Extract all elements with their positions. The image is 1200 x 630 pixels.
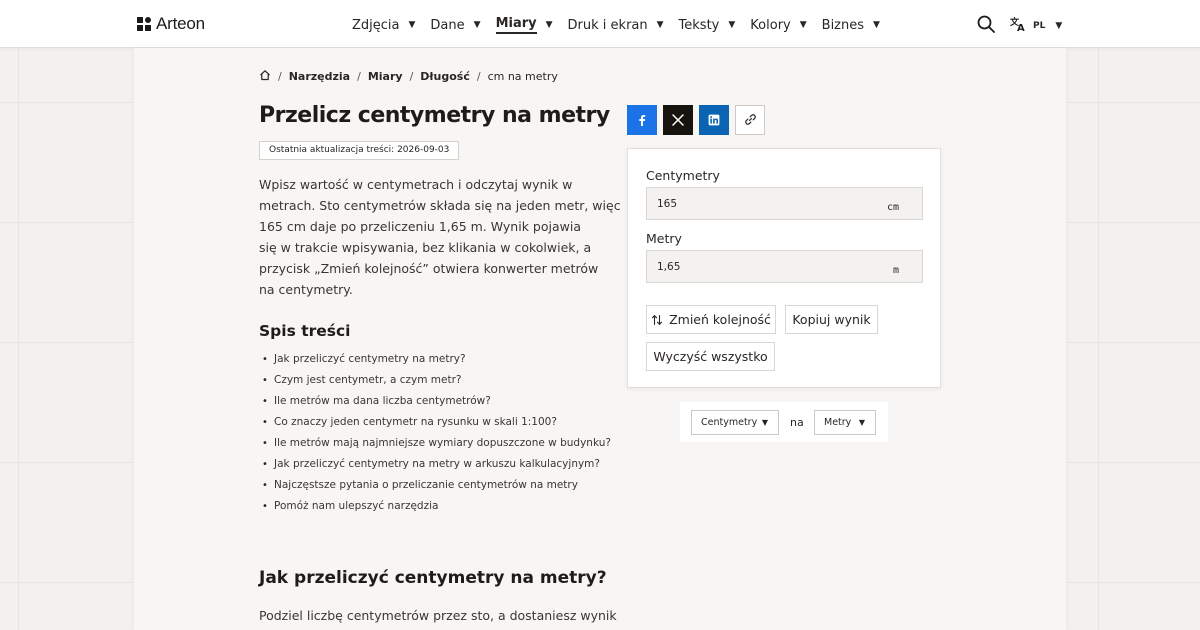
- x-icon: [672, 111, 684, 130]
- swap-arrows-icon: [651, 314, 663, 326]
- logo-icon: [137, 16, 152, 32]
- clear-all-label: Wyczyść wszystko: [653, 349, 768, 364]
- unit-connector: na: [790, 416, 804, 429]
- caret-down-icon: ▼: [408, 20, 416, 30]
- logo[interactable]: Arteon: [137, 14, 205, 34]
- page-title: Przelicz centymetry na metry: [259, 103, 610, 128]
- breadcrumb-separator: /: [476, 70, 481, 83]
- language-code: PL: [1033, 20, 1046, 31]
- share-x-button[interactable]: [663, 105, 693, 135]
- to-unit-value: Metry: [824, 417, 852, 428]
- caret-down-icon: ▼: [656, 20, 664, 30]
- toc-title: Spis treści: [259, 322, 351, 340]
- caret-down-icon: ▼: [728, 20, 736, 30]
- update-badge: Ostatnia aktualizacja treści: 2026-09-03: [259, 141, 460, 160]
- meters-input[interactable]: 1,65 m: [646, 250, 923, 283]
- toc-item[interactable]: Co znaczy jeden centymetr na rysunku w s…: [262, 412, 611, 433]
- caret-down-icon: ▼: [858, 418, 865, 427]
- nav-label: Zdjęcia: [352, 17, 400, 33]
- nav-label: Dane: [430, 17, 465, 33]
- nav-item-kolory[interactable]: Kolory ▼: [750, 16, 806, 34]
- nav-label: Miary: [495, 16, 537, 34]
- converter-card: Centymetry 165 cm Metry 1,65 m Zmień kol…: [627, 148, 941, 388]
- centimeters-value: 165: [657, 198, 678, 210]
- language-selector[interactable]: 文 A PL ▼: [1009, 15, 1063, 36]
- copy-result-label: Kopiuj wynik: [792, 312, 871, 327]
- table-of-contents: Jak przeliczyć centymetry na metry? Czym…: [262, 349, 611, 517]
- to-unit-select[interactable]: Metry ▼: [814, 410, 876, 435]
- swap-button[interactable]: Zmień kolejność: [646, 305, 776, 334]
- toc-item[interactable]: Jak przeliczyć centymetry na metry w ark…: [262, 454, 611, 475]
- section-text: Podziel liczbę centymetrów przez sto, a …: [259, 608, 617, 623]
- nav-item-biznes[interactable]: Biznes ▼: [822, 16, 880, 34]
- intro-text: Wpisz wartość w centymetrach i odczytaj …: [259, 174, 621, 300]
- search-icon[interactable]: [976, 14, 996, 34]
- caret-down-icon: ▼: [545, 20, 553, 30]
- facebook-icon: [636, 111, 648, 130]
- from-unit-select[interactable]: Centymetry ▼: [691, 410, 779, 435]
- share-facebook-button[interactable]: [627, 105, 657, 135]
- translate-icon: 文 A: [1009, 15, 1027, 36]
- toc-item[interactable]: Pomóż nam ulepszyć narzędzia: [262, 496, 611, 517]
- centimeters-unit: cm: [886, 202, 899, 213]
- nav-label: Biznes: [821, 17, 865, 33]
- unit-selector-bar: Centymetry ▼ na Metry ▼: [680, 402, 888, 442]
- copy-link-button[interactable]: [735, 105, 765, 135]
- breadcrumb: / Narzędzia / Miary / Długość / cm na me…: [259, 69, 558, 84]
- toc-item[interactable]: Jak przeliczyć centymetry na metry?: [262, 349, 611, 370]
- main-nav: Zdjęcia ▼ Dane ▼ Miary ▼ Druk i ekran ▼ Teks…: [352, 16, 895, 34]
- toc-item[interactable]: Najczęstsze pytania o przeliczanie centy…: [262, 475, 611, 496]
- linkedin-icon: [708, 111, 720, 130]
- svg-text:A: A: [1017, 23, 1025, 32]
- nav-item-zdjecia[interactable]: Zdjęcia ▼: [352, 16, 415, 34]
- section-title: Jak przeliczyć centymetry na metry?: [259, 568, 607, 588]
- breadcrumb-item-miary[interactable]: Miary: [368, 70, 403, 83]
- from-unit-value: Centymetry: [701, 417, 758, 428]
- nav-label: Teksty: [678, 17, 720, 33]
- link-icon: [744, 111, 757, 130]
- meters-label: Metry: [646, 231, 682, 246]
- caret-down-icon: ▼: [873, 20, 880, 30]
- intro-line: 165 cm daje po przeliczeniu 1,65 m. Wyni…: [259, 219, 581, 234]
- nav-item-miary[interactable]: Miary ▼: [495, 16, 553, 34]
- copy-result-button[interactable]: Kopiuj wynik: [785, 305, 878, 334]
- nav-item-teksty[interactable]: Teksty ▼: [679, 16, 736, 34]
- centimeters-label: Centymetry: [646, 168, 720, 183]
- intro-line: przycisk „Zmień kolejność” otwiera konwe…: [259, 261, 599, 276]
- toc-item[interactable]: Czym jest centymetr, a czym metr?: [262, 370, 611, 391]
- nav-item-druk-i-ekran[interactable]: Druk i ekran ▼: [568, 16, 664, 34]
- breadcrumb-separator: /: [278, 70, 282, 83]
- share-buttons: [627, 105, 765, 135]
- intro-line: Wpisz wartość w centymetrach i odczytaj …: [259, 177, 573, 192]
- nav-label: Druk i ekran: [567, 17, 648, 33]
- breadcrumb-item-dlugosc[interactable]: Długość: [420, 70, 470, 83]
- nav-label: Kolory: [750, 17, 791, 33]
- meters-value: 1,65: [657, 261, 681, 273]
- breadcrumb-current: cm na metry: [487, 70, 558, 83]
- intro-line: się w trakcie wpisywania, bez klikania w…: [259, 240, 592, 255]
- caret-down-icon: ▼: [761, 418, 768, 427]
- swap-button-label: Zmień kolejność: [669, 312, 771, 327]
- caret-down-icon: ▼: [473, 20, 481, 30]
- intro-line: na centymetry.: [259, 282, 353, 297]
- site-header: Arteon Zdjęcia ▼ Dane ▼ Miary ▼ Druk i ekra…: [0, 0, 1200, 48]
- breadcrumb-separator: /: [357, 70, 361, 83]
- toc-item[interactable]: Ile metrów mają najmniejsze wymiary dopu…: [262, 433, 611, 454]
- intro-line: metrach. Sto centymetrów składa się na j…: [259, 198, 621, 213]
- breadcrumb-item-narzedzia[interactable]: Narzędzia: [289, 70, 350, 83]
- logo-text: Arteon: [156, 14, 205, 33]
- share-linkedin-button[interactable]: [699, 105, 729, 135]
- breadcrumb-separator: /: [409, 70, 414, 83]
- caret-down-icon: ▼: [1055, 20, 1063, 31]
- toc-item[interactable]: Ile metrów ma dana liczba centymetrów?: [262, 391, 611, 412]
- nav-item-dane[interactable]: Dane ▼: [430, 16, 480, 34]
- centimeters-input[interactable]: 165 cm: [646, 187, 923, 220]
- meters-unit: m: [892, 265, 899, 276]
- caret-down-icon: ▼: [799, 20, 807, 30]
- clear-all-button[interactable]: Wyczyść wszystko: [646, 342, 775, 371]
- home-icon[interactable]: [259, 69, 271, 84]
